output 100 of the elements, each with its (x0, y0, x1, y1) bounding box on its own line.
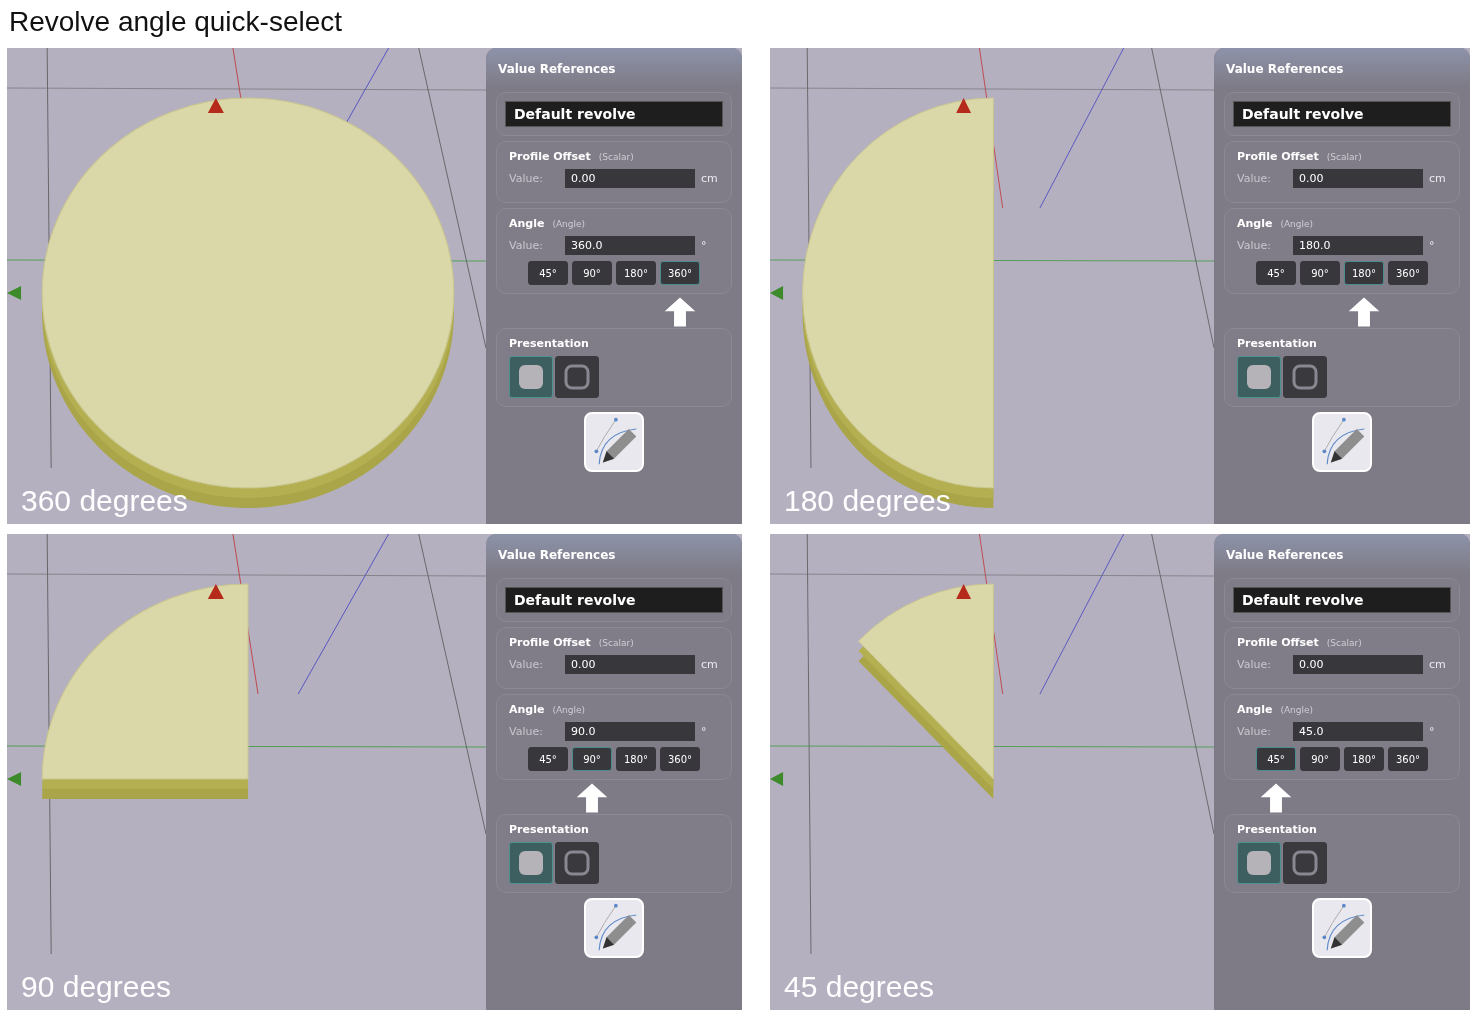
value-label: Value: (509, 725, 544, 738)
angle-preset-button[interactable]: 360° (1388, 747, 1428, 771)
value-label: Value: (509, 172, 544, 185)
unit-label: cm (1429, 658, 1447, 671)
filled-square-icon (518, 364, 544, 390)
presentation-mode-button[interactable] (1283, 356, 1327, 398)
angle-preset-button[interactable]: 90° (1300, 261, 1340, 285)
callout-arrow (663, 297, 697, 327)
gizmo-handle-icon[interactable] (770, 286, 784, 300)
presentation-mode-button[interactable] (509, 356, 553, 398)
angle-caption: 180 degrees (784, 484, 951, 518)
panel-title: Value References (1226, 548, 1344, 562)
figure-title: Revolve angle quick-select (8, 5, 344, 39)
angle-preset-button[interactable]: 180° (1344, 747, 1384, 771)
curve-edit-button[interactable] (1312, 412, 1372, 472)
preset-name-field[interactable]: Default revolve (505, 587, 723, 613)
angle-preset-button[interactable]: 180° (616, 261, 656, 285)
angle-preset-button[interactable]: 360° (660, 747, 700, 771)
unit-label: ° (1429, 725, 1436, 738)
preset-name-field[interactable]: Default revolve (505, 101, 723, 127)
callout-arrow (575, 783, 609, 813)
parameter-label: Profile Offset (509, 150, 591, 163)
parameter-label: Profile Offset (509, 636, 591, 649)
panel-title: Value References (498, 548, 616, 562)
value-label: Value: (1237, 725, 1272, 738)
parameter-type: (Angle) (552, 219, 586, 229)
unit-label: cm (1429, 172, 1447, 185)
gizmo-handle-icon[interactable] (7, 286, 22, 300)
presentation-mode-button[interactable] (555, 356, 599, 398)
filled-square-icon (518, 850, 544, 876)
angle-preset-button[interactable]: 360° (1388, 261, 1428, 285)
angle-preset-button[interactable]: 90° (1300, 747, 1340, 771)
section-label: Presentation (509, 337, 589, 350)
gizmo-handle-icon[interactable] (956, 98, 972, 113)
parameter-label: Angle (509, 217, 545, 230)
angle-preset-button[interactable]: 180° (616, 747, 656, 771)
parameter-type: (Angle) (552, 705, 586, 715)
presentation-mode-button[interactable] (555, 842, 599, 884)
callout-arrow (1347, 297, 1381, 327)
section-label: Presentation (1237, 337, 1317, 350)
value-field[interactable]: 180.0 (1293, 236, 1423, 255)
parameter-type: (Scalar) (1326, 152, 1362, 162)
angle-preset-button[interactable]: 90° (572, 261, 612, 285)
angle-preset-button[interactable]: 90° (572, 747, 612, 771)
value-label: Value: (1237, 239, 1272, 252)
value-field[interactable]: 90.0 (565, 722, 695, 741)
parameter-type: (Scalar) (598, 152, 634, 162)
section-label: Presentation (509, 823, 589, 836)
gizmo-handle-icon[interactable] (7, 772, 22, 786)
value-field[interactable]: 45.0 (1293, 722, 1423, 741)
value-label: Value: (1237, 172, 1272, 185)
angle-preset-button[interactable]: 180° (1344, 261, 1384, 285)
angle-preset-button[interactable]: 45° (1256, 261, 1296, 285)
callout-arrow (1259, 783, 1293, 813)
value-field[interactable]: 0.00 (1293, 655, 1423, 674)
angle-preset-button[interactable]: 45° (1256, 747, 1296, 771)
panel-title: Value References (498, 62, 616, 76)
value-field[interactable]: 360.0 (565, 236, 695, 255)
curve-edit-button[interactable] (1312, 898, 1372, 958)
unit-label: ° (1429, 239, 1436, 252)
section-label: Presentation (1237, 823, 1317, 836)
gizmo-handle-icon[interactable] (956, 584, 972, 599)
value-field[interactable]: 0.00 (565, 655, 695, 674)
gizmo-handle-icon[interactable] (207, 584, 224, 599)
outlined-square-icon (1292, 364, 1318, 390)
angle-caption: 45 degrees (784, 970, 935, 1004)
curve-edit-button[interactable] (584, 898, 644, 958)
angle-preset-button[interactable]: 45° (528, 747, 568, 771)
value-field[interactable]: 0.00 (1293, 169, 1423, 188)
presentation-mode-button[interactable] (1283, 842, 1327, 884)
outlined-square-icon (564, 364, 590, 390)
filled-square-icon (1246, 364, 1272, 390)
parameter-label: Profile Offset (1237, 636, 1319, 649)
parameter-label: Angle (509, 703, 545, 716)
outlined-square-icon (1292, 850, 1318, 876)
angle-preset-button[interactable]: 45° (528, 261, 568, 285)
parameter-type: (Angle) (1280, 705, 1314, 715)
parameter-type: (Scalar) (598, 638, 634, 648)
filled-square-icon (1246, 850, 1272, 876)
outlined-square-icon (564, 850, 590, 876)
unit-label: ° (701, 239, 708, 252)
unit-label: cm (701, 658, 719, 671)
presentation-mode-button[interactable] (509, 842, 553, 884)
parameter-label: Profile Offset (1237, 150, 1319, 163)
preset-name-field[interactable]: Default revolve (1233, 587, 1451, 613)
parameter-label: Angle (1237, 217, 1273, 230)
value-label: Value: (1237, 658, 1272, 671)
unit-label: ° (701, 725, 708, 738)
parameter-type: (Angle) (1280, 219, 1314, 229)
angle-caption: 360 degrees (21, 484, 188, 518)
curve-edit-button[interactable] (584, 412, 644, 472)
value-label: Value: (509, 239, 544, 252)
preset-name-field[interactable]: Default revolve (1233, 101, 1451, 127)
value-field[interactable]: 0.00 (565, 169, 695, 188)
angle-caption: 90 degrees (21, 970, 172, 1004)
presentation-mode-button[interactable] (1237, 356, 1281, 398)
angle-preset-button[interactable]: 360° (660, 261, 700, 285)
presentation-mode-button[interactable] (1237, 842, 1281, 884)
gizmo-handle-icon[interactable] (207, 98, 224, 113)
gizmo-handle-icon[interactable] (770, 772, 784, 786)
